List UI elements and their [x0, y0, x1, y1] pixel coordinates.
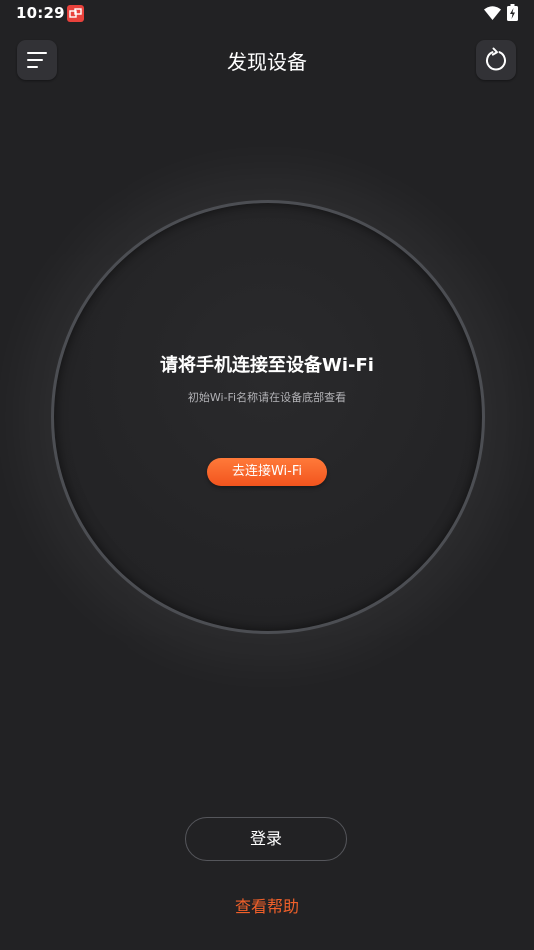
battery-charging-icon — [507, 4, 518, 21]
status-bar: 10:29 — [0, 0, 534, 28]
help-link[interactable]: 查看帮助 — [0, 893, 534, 917]
connect-title: 请将手机连接至设备Wi-Fi — [160, 355, 374, 376]
refresh-icon — [486, 47, 506, 71]
status-time: 10:29 — [16, 4, 65, 22]
wifi-signal-icon — [484, 5, 501, 20]
refresh-button[interactable] — [476, 40, 516, 80]
page-title: 发现设备 — [227, 50, 307, 74]
connect-circle — [51, 200, 485, 634]
connect-wifi-button[interactable]: 去连接Wi-Fi — [207, 458, 327, 486]
connect-subtitle: 初始Wi-Fi名称请在设备底部查看 — [187, 391, 347, 404]
notification-app-icon — [67, 5, 84, 22]
login-button[interactable]: 登录 — [185, 817, 347, 861]
